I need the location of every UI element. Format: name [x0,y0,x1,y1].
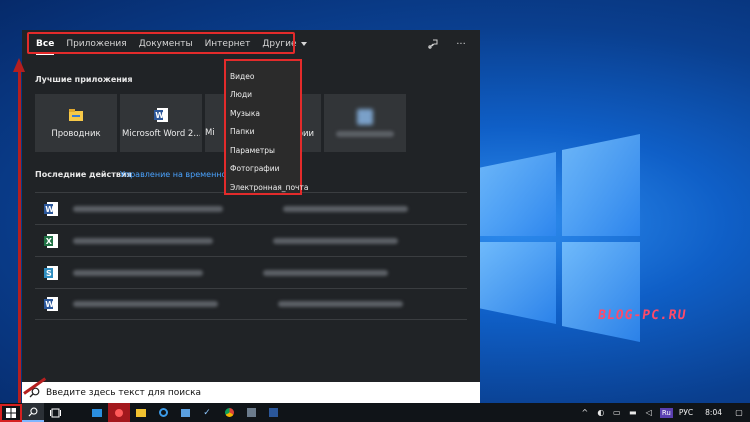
battery-icon[interactable]: ▬ [628,408,638,417]
recent-item[interactable]: X [35,224,467,256]
language-indicator[interactable]: РУС [679,408,693,417]
app-tile-word[interactable]: W Microsoft Word 2... [120,94,202,152]
best-apps-list: Проводник W Microsoft Word 2... Mi Фотог… [35,94,406,152]
clock[interactable]: 8:04 [705,408,722,417]
check-icon: ✓ [203,407,211,418]
store-icon [180,408,190,417]
taskbar-search-button[interactable] [22,403,44,422]
app-icon [246,408,256,417]
watermark-text: BLOG-PC.RU [596,308,688,323]
annotation-frame-start [0,404,22,422]
taskbar-app-word[interactable] [262,403,284,422]
tab-bar: Все Приложения Документы Интернет Другие… [22,30,480,58]
taskbar-app-store[interactable] [174,403,196,422]
file-explorer-icon [69,109,83,121]
file-explorer-icon [136,408,146,417]
annotation-arrow-line [18,70,21,406]
blurred-filename [73,237,213,244]
recent-item[interactable]: S [35,256,467,288]
blurred-filename [73,269,203,276]
taskbar-app-chrome[interactable] [218,403,240,422]
volume-icon[interactable]: ◁ [644,408,654,417]
taskbar: ✓ ^ ◐ ▭ ▬ ◁ Ru РУС 8:04 ▢ [0,403,750,422]
chevron-up-icon[interactable]: ^ [580,408,590,417]
taskbar-app-generic[interactable] [240,403,262,422]
word-doc-icon: W [44,297,58,311]
blurred-path [283,205,408,212]
more-icon[interactable]: ··· [454,37,468,51]
task-view-button[interactable] [44,403,66,422]
word-icon [268,408,278,417]
feedback-icon[interactable] [426,37,440,51]
svg-text:S: S [46,269,52,278]
menu-item-music[interactable]: Музыка [226,104,300,123]
app-label: Проводник [51,129,101,139]
menu-item-settings[interactable]: Параметры [226,141,300,160]
menu-item-folders[interactable]: Папки [226,123,300,142]
app-tile-partial[interactable]: Mi [205,94,225,152]
chrome-icon [224,408,234,417]
excel-doc-icon: X [44,233,58,248]
ime-badge[interactable]: Ru [659,407,673,418]
menu-item-people[interactable]: Люди [226,86,300,105]
word-icon: W [154,108,168,122]
recent-item[interactable]: W [35,288,467,320]
blurred-filename [73,205,223,212]
taskbar-app-red[interactable] [108,403,130,422]
svg-text:W: W [155,111,164,120]
taskbar-app-mail[interactable] [86,403,108,422]
system-tray: ^ ◐ ▭ ▬ ◁ Ru РУС 8:04 ▢ [580,403,750,422]
annotation-frame-tabs [27,32,295,54]
menu-item-photos[interactable]: Фотографии [226,160,300,179]
blurred-app-icon [357,109,373,125]
svg-text:W: W [45,205,54,214]
recent-title: Последние действия [35,170,132,179]
recent-item[interactable]: W [35,192,467,224]
mail-icon [92,408,102,417]
recent-list: W X S W [35,192,467,320]
app-label: Mi [205,128,215,138]
sway-doc-icon: S [44,265,58,280]
blurred-label [336,131,394,137]
app-label: Microsoft Word 2... [122,129,200,139]
network-icon[interactable]: ▭ [612,408,622,417]
tray-app-icon[interactable]: ◐ [596,408,606,417]
edge-icon [158,408,168,417]
svg-text:W: W [45,300,54,309]
annotation-arrow-head [13,58,25,72]
taskbar-app-todo[interactable]: ✓ [196,403,218,422]
taskbar-app-edge[interactable] [152,403,174,422]
notifications-icon[interactable]: ▢ [734,408,744,417]
app-tile-explorer[interactable]: Проводник [35,94,117,152]
search-input[interactable] [46,387,466,398]
header-icons: ··· [426,37,468,51]
app-tile-blurred[interactable] [324,94,406,152]
best-apps-title: Лучшие приложения [35,75,133,84]
svg-text:X: X [46,237,53,246]
search-icon [28,407,38,417]
blurred-path [273,237,398,244]
taskbar-app-explorer[interactable] [130,403,152,422]
blurred-path [263,269,388,276]
blurred-filename [73,301,218,307]
word-doc-icon: W [44,201,58,216]
chevron-down-icon [300,42,307,46]
search-box[interactable] [22,382,480,403]
more-dropdown-menu: Видео Люди Музыка Папки Параметры Фотогр… [224,59,308,197]
task-view-icon [49,408,61,417]
menu-item-video[interactable]: Видео [226,67,300,86]
menu-item-email[interactable]: Электронная_почта [226,178,308,197]
blurred-path [278,301,403,307]
app-icon [115,408,123,417]
